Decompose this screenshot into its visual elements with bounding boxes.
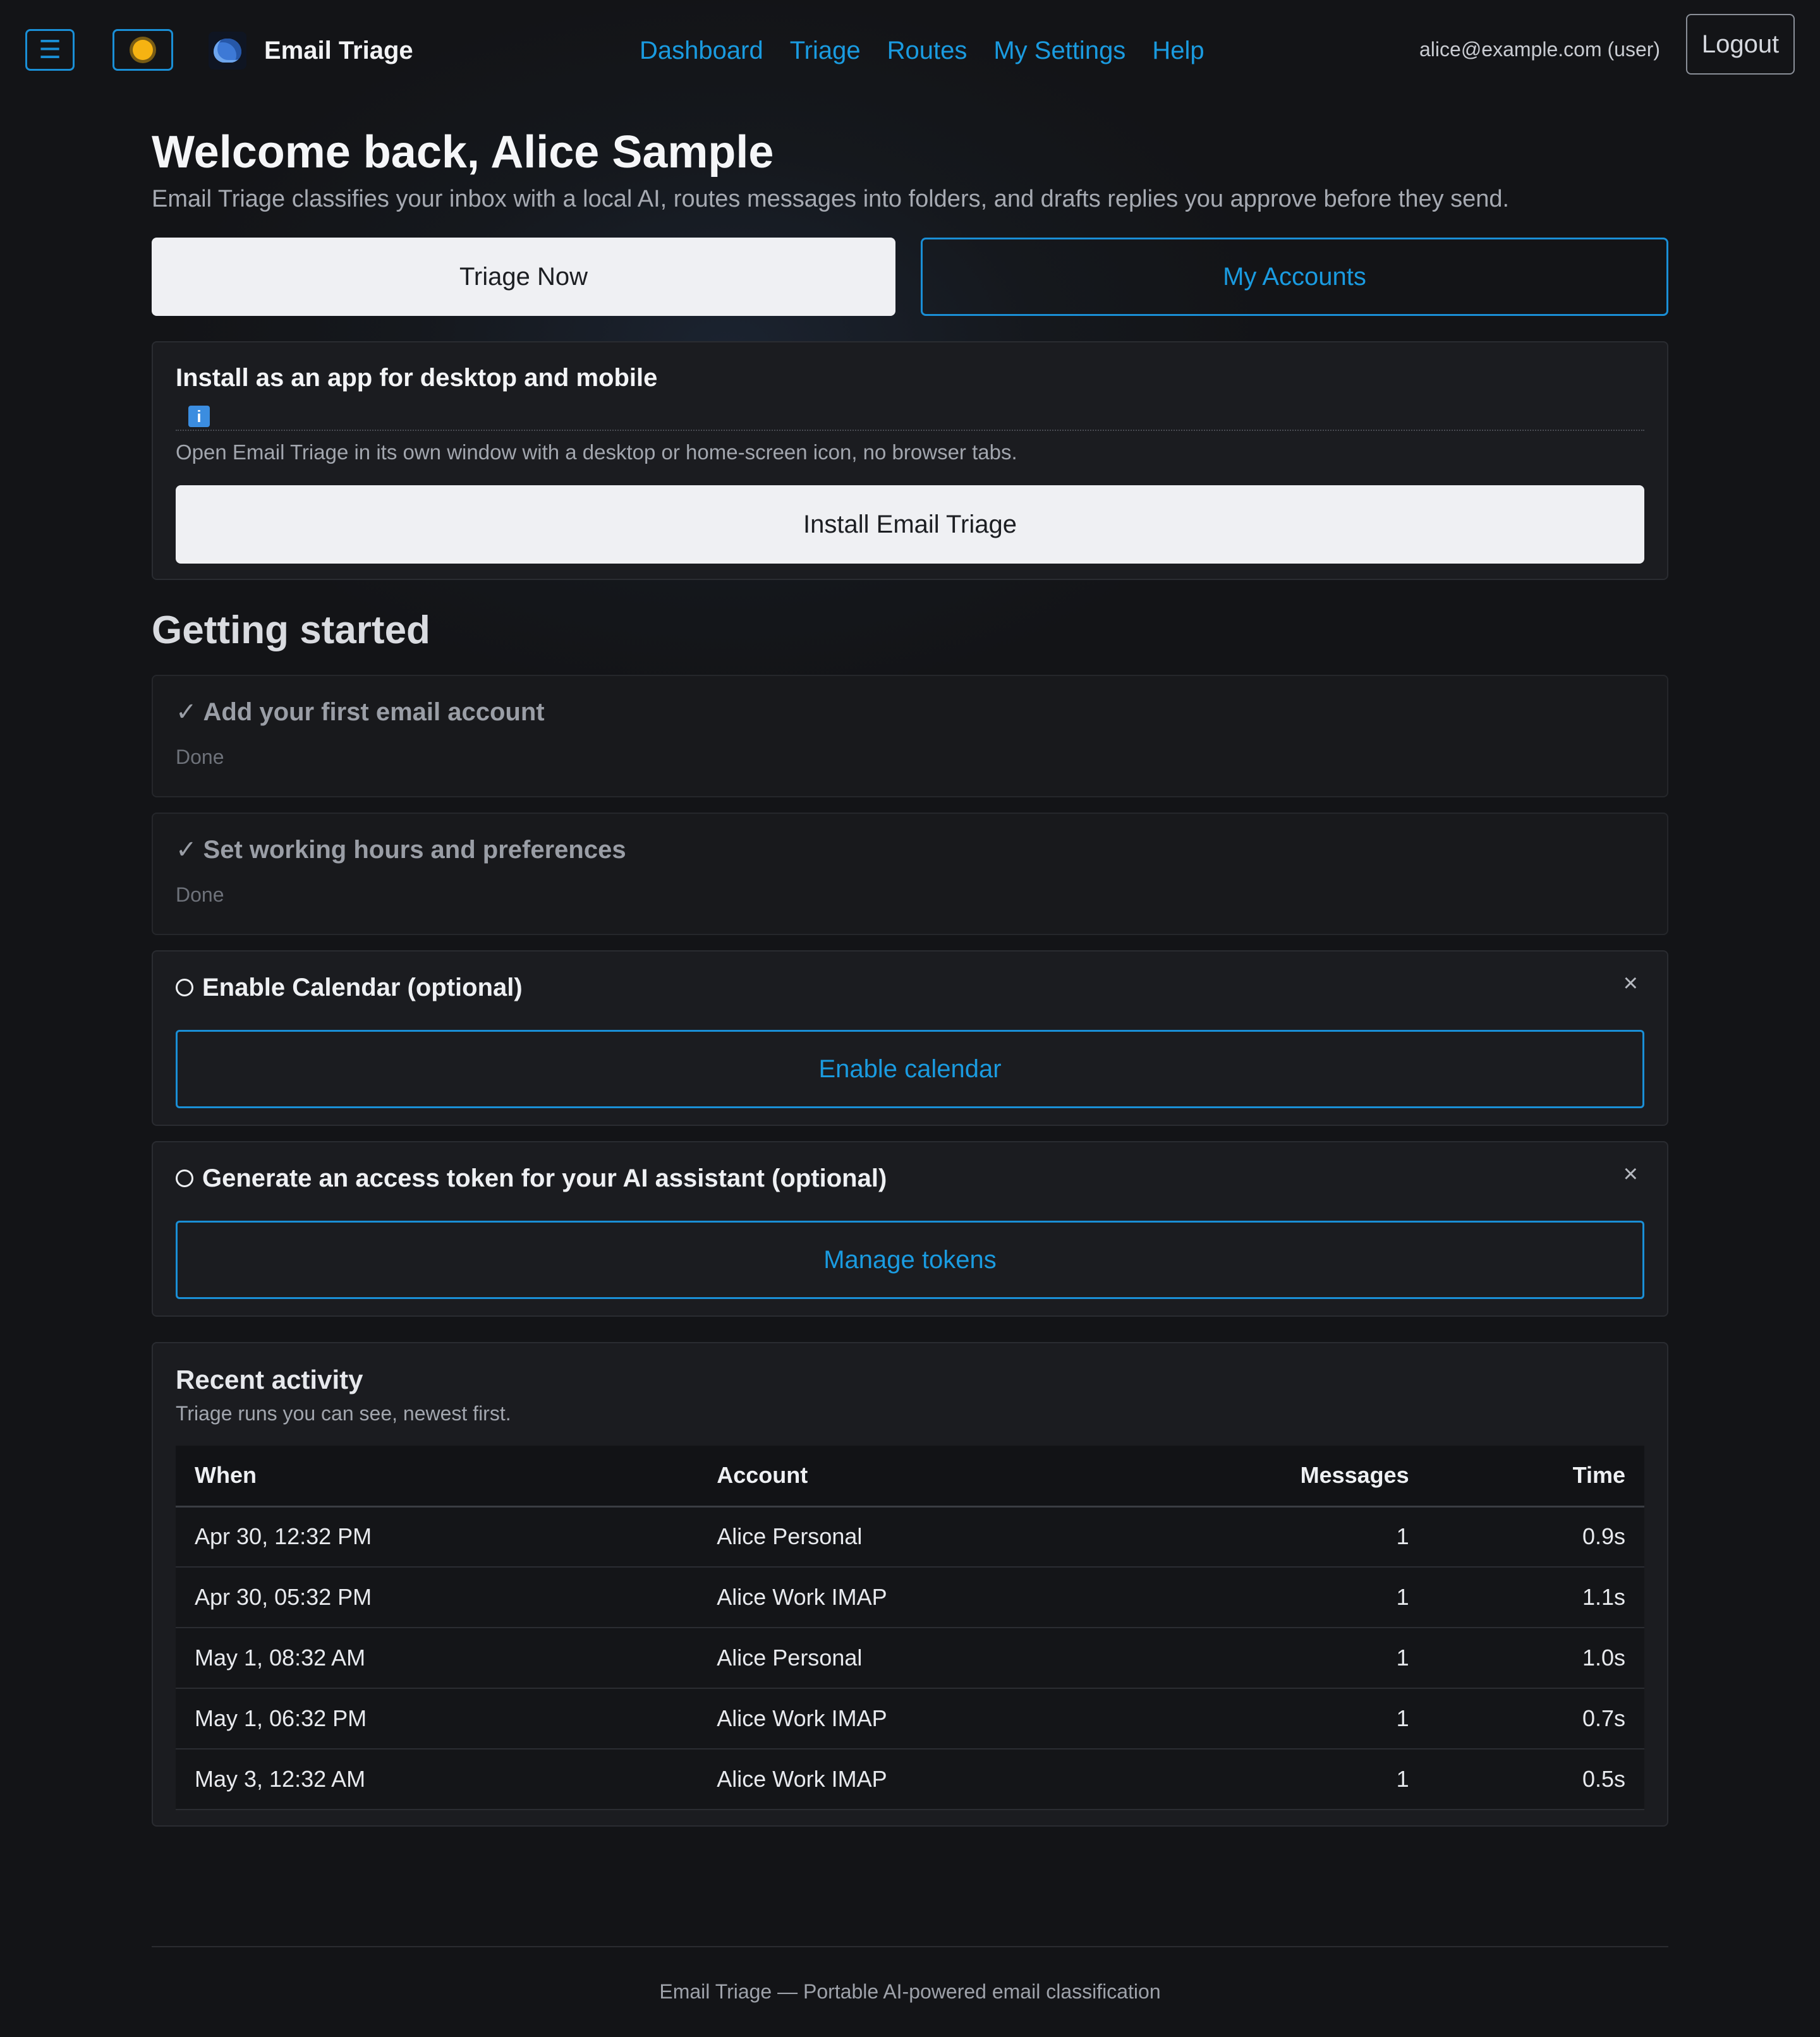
brand[interactable]: Email Triage (209, 32, 413, 70)
cell-account: Alice Work IMAP (698, 1567, 1194, 1628)
step-status: Done (176, 746, 224, 768)
cell-when: May 1, 06:32 PM (176, 1688, 698, 1750)
cell-account: Alice Work IMAP (698, 1749, 1194, 1810)
install-title: Install as an app for desktop and mobile (176, 364, 658, 392)
column-header-when: When (176, 1446, 698, 1508)
check-icon: ✓ (176, 698, 197, 726)
cell-when: Apr 30, 05:32 PM (176, 1567, 698, 1628)
table-row: May 3, 12:32 AM Alice Work IMAP 1 0.5s (176, 1749, 1644, 1810)
dismiss-icon[interactable]: × (1623, 970, 1638, 996)
cell-messages: 1 (1194, 1628, 1428, 1689)
main-nav: Dashboard Triage Routes My Settings Help (640, 33, 1231, 68)
step-enable-calendar: Enable Calendar (optional) × Enable cale… (152, 950, 1668, 1126)
step-working-hours: ✓ Set working hours and preferences Done (152, 813, 1668, 935)
cell-account: Alice Personal (698, 1628, 1194, 1689)
hamburger-icon[interactable]: ☰ (25, 29, 75, 71)
column-header-account: Account (698, 1446, 1194, 1508)
column-header-messages: Messages (1194, 1446, 1428, 1508)
activity-table: When Account Messages Time Apr 30, 12:32… (176, 1446, 1644, 1810)
nav-my-settings[interactable]: My Settings (993, 37, 1125, 65)
brain-icon (209, 32, 246, 70)
cell-time: 0.5s (1428, 1749, 1644, 1810)
install-card: Install as an app for desktop and mobile… (152, 341, 1668, 580)
sun-icon (133, 40, 153, 60)
cell-messages: 1 (1194, 1567, 1428, 1628)
getting-started-heading: Getting started (152, 608, 430, 652)
intro-text: Email Triage classifies your inbox with … (152, 186, 1510, 212)
column-header-time: Time (1428, 1446, 1644, 1508)
table-row: Apr 30, 12:32 PM Alice Personal 1 0.9s (176, 1506, 1644, 1568)
install-app-button[interactable]: Install Email Triage (176, 485, 1644, 564)
step-title: Generate an access token for your AI ass… (176, 1161, 1644, 1195)
activity-title: Recent activity (176, 1365, 363, 1394)
table-row: May 1, 06:32 PM Alice Work IMAP 1 0.7s (176, 1688, 1644, 1750)
dismiss-icon[interactable]: × (1623, 1161, 1638, 1187)
step-title: ✓ Set working hours and preferences (176, 836, 626, 864)
cell-account: Alice Work IMAP (698, 1688, 1194, 1750)
cell-time: 1.0s (1428, 1628, 1644, 1689)
cell-messages: 1 (1194, 1506, 1428, 1568)
circle-icon (176, 1170, 193, 1187)
install-description: Open Email Triage in its own window with… (176, 440, 1017, 464)
table-header-row: When Account Messages Time (176, 1446, 1644, 1508)
cell-when: May 3, 12:32 AM (176, 1749, 698, 1810)
recent-activity-card: Recent activity Triage runs you can see,… (152, 1342, 1668, 1827)
top-navbar: ☰ Email Triage Dashboard Triage Routes M… (0, 0, 1820, 101)
theme-toggle-button[interactable] (112, 29, 173, 71)
current-user: alice@example.com (user) (1419, 38, 1661, 61)
page-title: Welcome back, Alice Sample (152, 127, 774, 178)
info-icon[interactable]: i (188, 406, 210, 427)
logout-button[interactable]: Logout (1686, 14, 1795, 75)
dashboard-main: Welcome back, Alice Sample Email Triage … (152, 124, 1668, 1827)
table-row: May 1, 08:32 AM Alice Personal 1 1.0s (176, 1628, 1644, 1689)
cta-row: Triage Now My Accounts (152, 238, 1668, 316)
activity-subtitle: Triage runs you can see, newest first. (176, 1402, 511, 1425)
brand-name: Email Triage (264, 36, 413, 64)
cell-when: Apr 30, 12:32 PM (176, 1506, 698, 1568)
cell-time: 1.1s (1428, 1567, 1644, 1628)
step-add-account: ✓ Add your first email account Done (152, 675, 1668, 797)
step-access-token: Generate an access token for your AI ass… (152, 1141, 1668, 1317)
enable-calendar-button[interactable]: Enable calendar (176, 1030, 1644, 1108)
circle-icon (176, 979, 193, 996)
install-info: i (176, 403, 1644, 431)
cell-time: 0.7s (1428, 1688, 1644, 1750)
step-title: ✓ Add your first email account (176, 698, 545, 726)
check-icon: ✓ (176, 836, 197, 864)
footer: Email Triage — Portable AI-powered email… (659, 1980, 1161, 2003)
nav-help[interactable]: Help (1152, 37, 1204, 65)
triage-now-button[interactable]: Triage Now (152, 238, 895, 316)
footer-divider (152, 1946, 1668, 1947)
cell-time: 0.9s (1428, 1506, 1644, 1568)
cell-account: Alice Personal (698, 1506, 1194, 1568)
cell-when: May 1, 08:32 AM (176, 1628, 698, 1689)
step-status: Done (176, 883, 224, 906)
my-accounts-button[interactable]: My Accounts (921, 238, 1668, 316)
cell-messages: 1 (1194, 1688, 1428, 1750)
manage-tokens-button[interactable]: Manage tokens (176, 1221, 1644, 1299)
nav-routes[interactable]: Routes (887, 37, 968, 65)
nav-triage[interactable]: Triage (790, 37, 861, 65)
nav-dashboard[interactable]: Dashboard (640, 37, 763, 65)
table-row: Apr 30, 05:32 PM Alice Work IMAP 1 1.1s (176, 1567, 1644, 1628)
cell-messages: 1 (1194, 1749, 1428, 1810)
step-title: Enable Calendar (optional) (176, 970, 1644, 1005)
